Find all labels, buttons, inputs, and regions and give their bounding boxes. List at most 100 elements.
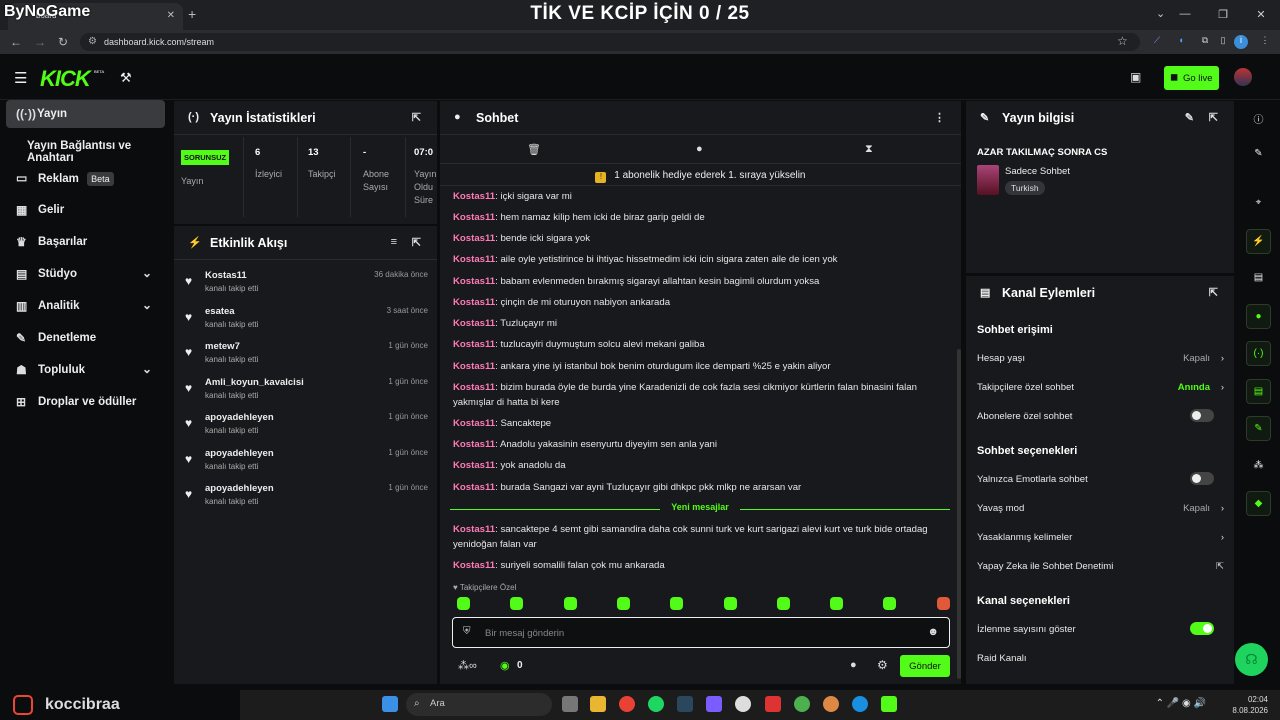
extensions-puzzle-icon[interactable]: ⧉ <box>1198 35 1212 49</box>
clipboard-icon[interactable]: ▤ <box>1246 266 1271 291</box>
sidebar-item-denetleme[interactable]: ✎ Denetleme <box>0 324 170 352</box>
chat-username[interactable]: Kostas11 <box>453 524 495 535</box>
site-info-icon[interactable]: ⚙ <box>88 36 97 47</box>
chat-username[interactable]: Kostas11 <box>453 560 495 571</box>
system-tray[interactable]: ⌃ 🎤 ◉ 🔊 <box>1156 698 1206 709</box>
kick-logo[interactable]: KICK <box>40 66 91 92</box>
chat-message[interactable]: Kostas11: tuzlucayiri duymuştum solcu al… <box>453 337 953 352</box>
chat-username[interactable]: Kostas11 <box>453 254 495 265</box>
emote-icon[interactable] <box>883 597 897 610</box>
emote-only-toggle[interactable] <box>1190 472 1214 485</box>
hamburger-menu-icon[interactable]: ☰ <box>14 69 27 87</box>
chrome-icon[interactable] <box>794 696 810 712</box>
activity-item[interactable]: ♥ apoyadehleyen kanalı takip etti 1 gün önc… <box>182 481 430 513</box>
popout-icon[interactable]: ⇱ <box>1209 286 1218 299</box>
extension-icon[interactable]: ⟋ <box>1150 35 1164 49</box>
setting-banned-words[interactable]: Yasaklanmış kelimeler › <box>977 532 1224 550</box>
activity-item[interactable]: ♥ apoyadehleyen kanalı takip etti 1 gün önc… <box>182 410 430 442</box>
chat-username[interactable]: Kostas11 <box>453 439 495 450</box>
emote-icon[interactable] <box>616 597 630 610</box>
popout-icon[interactable]: ⇱ <box>412 111 421 124</box>
pinned-message[interactable]: ! 1 abonelik hediye ederek 1. sıraya yük… <box>440 164 961 186</box>
chat-message[interactable]: Kostas11: sancaktepe 4 semt gibi samandi… <box>453 522 953 552</box>
emote-icon[interactable] <box>936 597 950 610</box>
sidebar-item-basarilar[interactable]: ♛ Başarılar <box>0 228 170 256</box>
chat-username[interactable]: Kostas11 <box>453 339 495 350</box>
chat-settings-bubble-icon[interactable]: ● <box>850 659 857 671</box>
category-name[interactable]: Sadece Sohbet <box>1005 166 1070 177</box>
chat-username[interactable]: Kostas11 <box>453 460 495 471</box>
chat-username[interactable]: Kostas11 <box>453 212 495 223</box>
setting-ai-moderation[interactable]: Yapay Zeka ile Sohbet Denetimi ⇱ <box>977 561 1224 579</box>
chat-message[interactable]: Kostas11: aile oyle yetistirince bi ihti… <box>453 252 953 267</box>
chat-message[interactable]: Kostas11: bizim burada öyle de burda yin… <box>453 380 953 410</box>
activity-item[interactable]: ♥ esatea kanalı takip etti 3 saat önce <box>182 304 430 336</box>
emoji-icon[interactable]: ☻ <box>927 626 939 638</box>
chrome-icon[interactable] <box>823 696 839 712</box>
chat-message[interactable]: Kostas11: babam evlenmeden bırakmış siga… <box>453 274 953 289</box>
emote-icon[interactable] <box>723 597 737 610</box>
emote-icon[interactable] <box>563 597 577 610</box>
emote-icon[interactable] <box>776 597 790 610</box>
sidebar-item-yayin[interactable]: ((·)) Yayın <box>6 100 165 128</box>
chat-message[interactable]: Kostas11: suriyeli somalili falan çok mu… <box>453 558 953 573</box>
target-icon[interactable]: ⌖ <box>1246 191 1271 216</box>
channel-icon[interactable]: ▤ <box>1246 379 1271 404</box>
more-options-icon[interactable]: ⋮ <box>934 111 945 124</box>
chat-message[interactable]: Kostas11: Sancaktepe <box>453 416 953 431</box>
activity-item[interactable]: ♥ Kostas11 kanalı takip etti 36 dakika önce <box>182 268 430 300</box>
chat-username[interactable]: Kostas11 <box>453 382 495 393</box>
chat-bubble-icon[interactable]: ● <box>1246 304 1271 329</box>
tab-search-icon[interactable]: ⌄ <box>1156 7 1165 20</box>
chat-username[interactable]: Kostas11 <box>453 191 495 202</box>
stream-preview-icon[interactable]: ▣ <box>1130 70 1141 84</box>
profile-icon[interactable]: i <box>1234 35 1248 49</box>
chat-message[interactable]: Kostas11: ankara yine iyi istanbul bok b… <box>453 359 953 374</box>
chat-message[interactable]: Kostas11: Tuzluçayır mi <box>453 316 953 331</box>
chevron-down-icon[interactable]: ⌄ <box>142 266 152 280</box>
setting-followers-only[interactable]: Takipçilere özel sohbet Anında › <box>977 382 1224 400</box>
subscribers-only-toggle[interactable] <box>1190 409 1214 422</box>
emote-icon[interactable] <box>670 597 684 610</box>
send-button[interactable]: Gönder <box>900 655 950 677</box>
chat-username[interactable]: Kostas11 <box>453 276 495 287</box>
gear-icon[interactable]: ⚙ <box>877 658 888 672</box>
popout-icon[interactable]: ⇱ <box>1209 111 1218 124</box>
chat-username[interactable]: Kostas11 <box>453 482 495 493</box>
extension-icon[interactable]: ◖ <box>1174 35 1188 49</box>
chat-message[interactable]: Kostas11: yok anadolu da <box>453 458 953 473</box>
app-icon[interactable] <box>735 696 751 712</box>
app-icon[interactable] <box>765 696 781 712</box>
chat-username[interactable]: Kostas11 <box>453 418 495 429</box>
help-headset-icon[interactable]: ☊ <box>1235 643 1268 676</box>
popout-icon[interactable]: ⇱ <box>412 236 421 249</box>
chat-message[interactable]: Kostas11: içki sigara var mi <box>453 189 953 204</box>
community-icon[interactable]: ⁂ <box>1246 454 1271 479</box>
tag-icon[interactable]: ◆ <box>1246 491 1271 516</box>
task-view-icon[interactable] <box>562 696 578 712</box>
chevron-down-icon[interactable]: ⌄ <box>142 362 152 376</box>
category-thumbnail[interactable] <box>977 165 999 195</box>
chevron-down-icon[interactable]: ⌄ <box>142 298 152 312</box>
chat-message[interactable]: Kostas11: burada Sangazi var ayni Tuzluç… <box>453 480 953 495</box>
sidebar-item-gelir[interactable]: ▦ Gelir <box>0 196 170 224</box>
points-icon[interactable]: ◉ <box>500 659 510 672</box>
lightning-icon[interactable]: ⚡ <box>1246 229 1271 254</box>
avatar[interactable] <box>1234 68 1252 86</box>
close-window-icon[interactable]: ✕ <box>1242 0 1280 30</box>
url-field[interactable]: ⚙ dashboard.kick.com/stream <box>80 33 1140 51</box>
sidebar-item-analitik[interactable]: ▥ Analitik ⌄ <box>0 292 170 320</box>
menu-dots-icon[interactable]: ⋮ <box>1258 35 1272 49</box>
chat-message[interactable]: Kostas11: hem namaz kilip hem icki de bi… <box>453 210 953 225</box>
emote-icon[interactable] <box>510 597 524 610</box>
minimize-icon[interactable]: — <box>1166 0 1204 30</box>
app-icon[interactable] <box>706 696 722 712</box>
chat-message[interactable]: Kostas11: bende icki sigara yok <box>453 231 953 246</box>
setting-slow-mode[interactable]: Yavaş mod Kapalı › <box>977 503 1224 521</box>
filter-icon[interactable]: ≡ <box>391 236 397 248</box>
setting-account-age[interactable]: Hesap yaşı Kapalı › <box>977 353 1224 371</box>
steam-icon[interactable] <box>677 696 693 712</box>
chrome-icon[interactable] <box>619 696 635 712</box>
chat-username[interactable]: Kostas11 <box>453 233 495 244</box>
back-icon[interactable]: ← <box>10 35 22 49</box>
